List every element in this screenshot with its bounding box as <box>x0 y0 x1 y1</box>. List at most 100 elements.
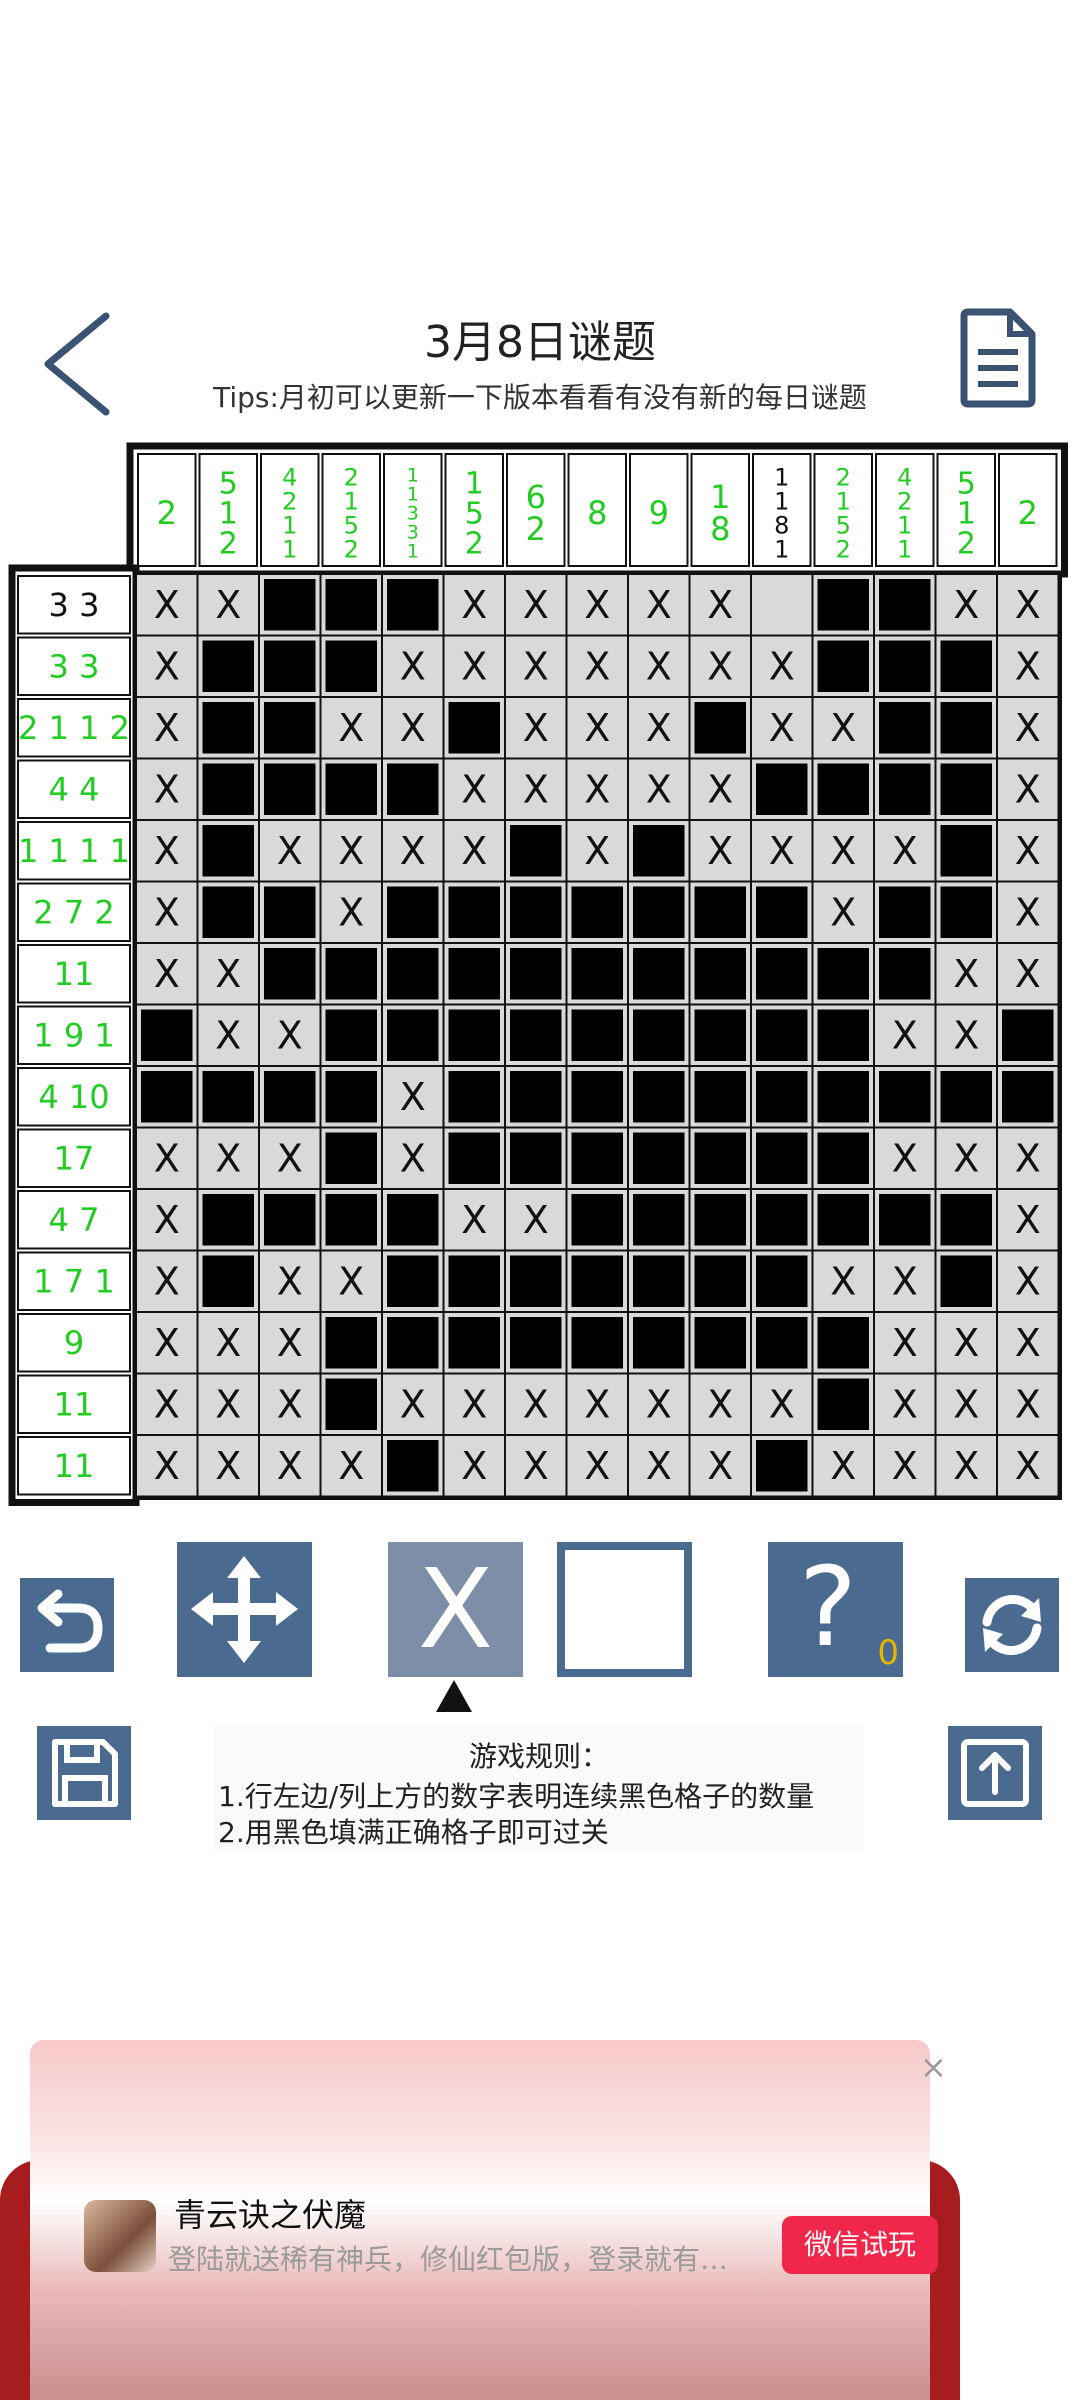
grid-cell[interactable]: X <box>934 1126 998 1190</box>
grid-cell[interactable]: X <box>627 1372 691 1436</box>
grid-cell[interactable] <box>811 573 875 637</box>
grid-cell[interactable]: X <box>135 1249 199 1313</box>
grid-cell[interactable] <box>504 1065 568 1129</box>
grid-cell[interactable] <box>811 1126 875 1190</box>
grid-cell[interactable]: X <box>996 819 1060 883</box>
grid-cell[interactable] <box>565 1065 629 1129</box>
grid-cell[interactable]: X <box>442 1372 506 1436</box>
grid-cell[interactable] <box>811 1065 875 1129</box>
grid-cell[interactable]: X <box>135 757 199 821</box>
grid-cell[interactable] <box>135 1003 199 1067</box>
grid-cell[interactable]: X <box>565 696 629 760</box>
grid-cell[interactable]: X <box>996 1372 1060 1436</box>
grid-cell[interactable] <box>135 1065 199 1129</box>
grid-cell[interactable]: X <box>196 1126 260 1190</box>
grid-cell[interactable]: X <box>565 1372 629 1436</box>
grid-cell[interactable] <box>565 942 629 1006</box>
grid-cell[interactable] <box>688 1003 752 1067</box>
grid-cell[interactable]: X <box>135 1434 199 1498</box>
grid-cell[interactable]: X <box>135 819 199 883</box>
grid-cell[interactable]: X <box>258 1126 322 1190</box>
grid-cell[interactable]: X <box>873 819 937 883</box>
grid-cell[interactable] <box>319 1372 383 1436</box>
grid-cell[interactable] <box>196 819 260 883</box>
grid-cell[interactable]: X <box>565 634 629 698</box>
grid-cell[interactable]: X <box>135 1188 199 1252</box>
upload-icon[interactable] <box>948 1726 1042 1820</box>
grid-cell[interactable] <box>504 880 568 944</box>
grid-cell[interactable]: X <box>811 1249 875 1313</box>
grid-cell[interactable] <box>627 942 691 1006</box>
grid-cell[interactable] <box>319 1188 383 1252</box>
grid-cell[interactable] <box>750 757 814 821</box>
grid-cell[interactable]: X <box>873 1434 937 1498</box>
grid-cell[interactable] <box>688 1188 752 1252</box>
grid-cell[interactable] <box>750 880 814 944</box>
grid-cell[interactable]: X <box>442 573 506 637</box>
refresh-icon[interactable] <box>965 1578 1059 1672</box>
grid-cell[interactable] <box>258 1065 322 1129</box>
grid-cell[interactable]: X <box>873 1249 937 1313</box>
grid-cell[interactable]: X <box>996 880 1060 944</box>
grid-cell[interactable] <box>688 1126 752 1190</box>
grid-cell[interactable] <box>504 1249 568 1313</box>
grid-cell[interactable] <box>258 696 322 760</box>
grid-cell[interactable] <box>873 942 937 1006</box>
grid-cell[interactable]: X <box>996 634 1060 698</box>
grid-cell[interactable]: X <box>934 1003 998 1067</box>
grid-cell[interactable] <box>565 1311 629 1375</box>
grid-cell[interactable] <box>258 634 322 698</box>
grid-cell[interactable] <box>196 696 260 760</box>
grid-cell[interactable] <box>811 634 875 698</box>
grid-cell[interactable]: X <box>688 573 752 637</box>
grid-cell[interactable] <box>319 1003 383 1067</box>
grid-cell[interactable]: X <box>565 573 629 637</box>
close-icon[interactable]: × <box>920 2048 947 2086</box>
grid-cell[interactable]: X <box>627 757 691 821</box>
grid-cell[interactable]: X <box>196 1311 260 1375</box>
undo-icon[interactable] <box>20 1578 114 1672</box>
grid-cell[interactable] <box>750 1065 814 1129</box>
grid-cell[interactable] <box>996 1003 1060 1067</box>
grid-cell[interactable] <box>442 1003 506 1067</box>
grid-cell[interactable] <box>319 634 383 698</box>
grid-cell[interactable] <box>381 942 445 1006</box>
grid-cell[interactable] <box>873 634 937 698</box>
grid-cell[interactable] <box>873 573 937 637</box>
grid-cell[interactable] <box>688 1249 752 1313</box>
grid-cell[interactable]: X <box>381 1065 445 1129</box>
grid-cell[interactable] <box>750 573 814 637</box>
grid-cell[interactable] <box>688 696 752 760</box>
grid-cell[interactable] <box>934 696 998 760</box>
grid-cell[interactable]: X <box>934 1311 998 1375</box>
grid-cell[interactable] <box>381 1434 445 1498</box>
grid-cell[interactable] <box>442 942 506 1006</box>
grid-cell[interactable]: X <box>996 1434 1060 1498</box>
grid-cell[interactable] <box>258 757 322 821</box>
grid-cell[interactable] <box>750 942 814 1006</box>
grid-cell[interactable] <box>504 1126 568 1190</box>
grid-cell[interactable] <box>442 1065 506 1129</box>
ad-card[interactable]: 青云诀之伏魔 登陆就送稀有神兵，修仙红包版，登录就有… 微信试玩 <box>30 2040 938 2400</box>
grid-cell[interactable]: X <box>750 634 814 698</box>
grid-cell[interactable] <box>934 880 998 944</box>
grid-cell[interactable]: X <box>996 573 1060 637</box>
grid-cell[interactable] <box>319 573 383 637</box>
grid-cell[interactable]: X <box>258 1434 322 1498</box>
save-icon[interactable] <box>37 1726 131 1820</box>
grid-cell[interactable]: X <box>381 634 445 698</box>
grid-cell[interactable] <box>565 1188 629 1252</box>
grid-cell[interactable] <box>196 1249 260 1313</box>
grid-cell[interactable] <box>381 880 445 944</box>
grid-cell[interactable] <box>627 1188 691 1252</box>
mark-x-button[interactable]: X <box>388 1542 523 1677</box>
grid-cell[interactable]: X <box>135 696 199 760</box>
grid-cell[interactable]: X <box>442 1188 506 1252</box>
grid-cell[interactable] <box>258 942 322 1006</box>
grid-cell[interactable] <box>381 573 445 637</box>
grid-cell[interactable]: X <box>627 573 691 637</box>
grid-cell[interactable]: X <box>196 1434 260 1498</box>
grid-cell[interactable]: X <box>627 634 691 698</box>
grid-cell[interactable] <box>258 573 322 637</box>
grid-cell[interactable]: X <box>135 1126 199 1190</box>
